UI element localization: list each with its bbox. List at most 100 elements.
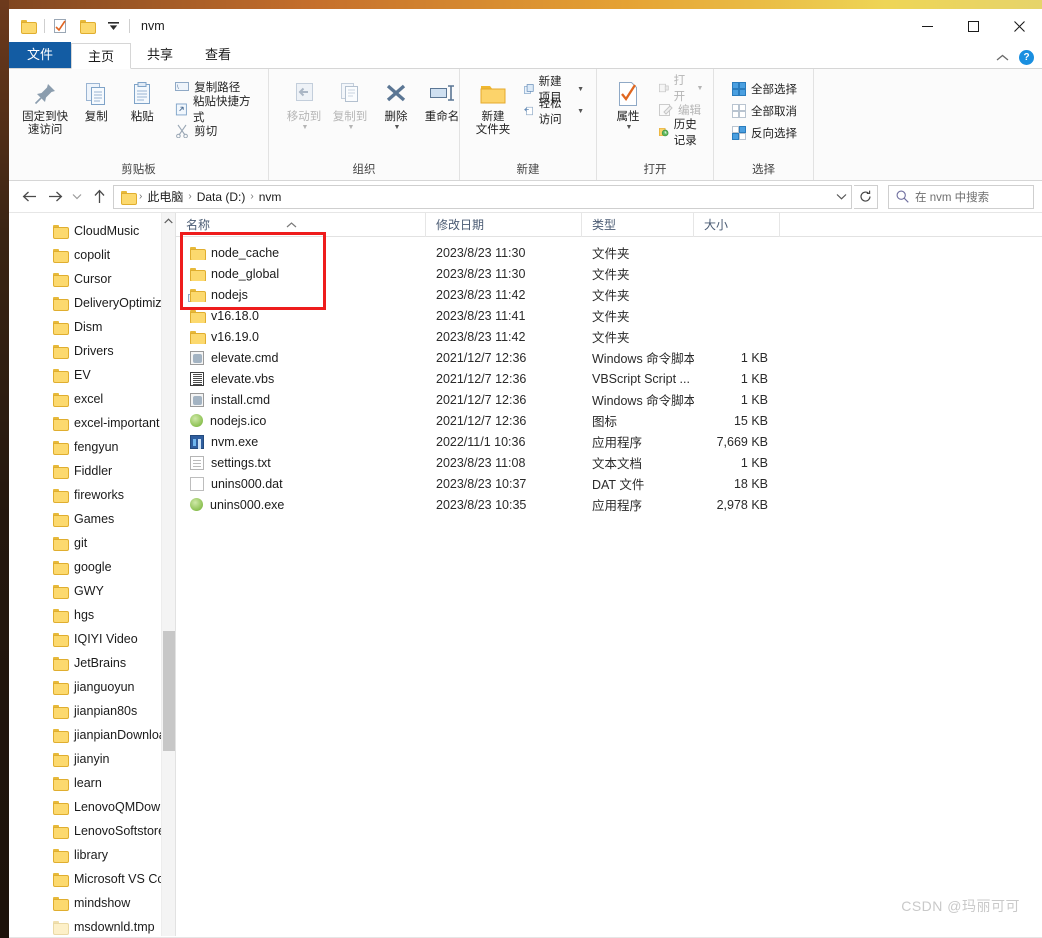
file-list-row[interactable]: v16.19.0 2023/8/23 11:42 文件夹 [176,326,1042,347]
file-name-cell[interactable]: elevate.cmd [176,350,426,365]
file-list-row[interactable]: nodejs.ico 2021/12/7 12:36 图标 15 KB [176,410,1042,431]
qat-customize-dropdown-icon[interactable] [100,14,126,38]
nav-tree-item[interactable]: DeliveryOptimiz [9,291,175,315]
nav-scroll-up-button[interactable] [162,213,175,229]
pin-to-quick-access-button[interactable]: 固定到快 速访问 [17,74,73,140]
nav-tree-item[interactable]: Drivers [9,339,175,363]
file-name-cell[interactable]: nvm.exe [176,434,426,449]
file-list-row[interactable]: elevate.cmd 2021/12/7 12:36 Windows 命令脚本 1 … [176,347,1042,368]
nav-tree-item[interactable]: excel-important [9,411,175,435]
refresh-button[interactable] [854,184,878,209]
qat-properties-icon[interactable] [48,14,74,38]
file-list-row[interactable]: unins000.dat 2023/8/23 10:37 DAT 文件 18 KB [176,473,1042,494]
file-name-cell[interactable]: ↗ nodejs [176,288,426,302]
nav-tree-item[interactable]: google [9,555,175,579]
column-header-name[interactable]: 名称 [176,212,426,237]
forward-button[interactable] [43,185,67,209]
nav-scroll-thumb[interactable] [163,631,175,751]
rename-button[interactable]: 重命名 [419,74,465,127]
nav-tree-item[interactable]: fengyun [9,435,175,459]
nav-tree-item[interactable]: JetBrains [9,651,175,675]
nav-tree-item[interactable]: LenovoQMDowr [9,795,175,819]
nav-tree-item[interactable]: hgs [9,603,175,627]
easy-access-button[interactable]: 轻松访问 ▼ [520,98,588,126]
file-name-cell[interactable]: install.cmd [176,392,426,407]
collapse-ribbon-button[interactable] [996,51,1009,65]
maximize-button[interactable] [950,9,996,43]
nav-tree-item[interactable]: GWY [9,579,175,603]
nav-tree-item[interactable]: library [9,843,175,867]
invert-selection-button[interactable]: 反向选择 [728,122,801,144]
file-list-row[interactable]: elevate.vbs 2021/12/7 12:36 VBScript Scrip… [176,368,1042,389]
qat-new-folder-icon[interactable] [74,14,100,38]
file-name-cell[interactable]: unins000.dat [176,476,426,491]
copy-to-button[interactable]: 复制到 ▼ [327,74,373,134]
nav-tree-item[interactable]: EV [9,363,175,387]
breadcrumb-dropdown-icon[interactable] [836,192,847,202]
close-button[interactable] [996,9,1042,43]
back-button[interactable] [17,185,41,209]
nav-tree-item[interactable]: Microsoft VS Cc [9,867,175,891]
tab-share[interactable]: 共享 [131,42,189,68]
qat-folder-icon[interactable] [15,14,41,38]
file-name-cell[interactable]: v16.19.0 [176,330,426,344]
nav-tree-item[interactable]: Fiddler [9,459,175,483]
file-name-cell[interactable]: v16.18.0 [176,309,426,323]
breadcrumb-item-1[interactable]: Data (D:) [193,190,250,204]
file-name-cell[interactable]: elevate.vbs [176,371,426,386]
file-name-cell[interactable]: unins000.exe [176,498,426,512]
file-name-cell[interactable]: node_global [176,267,426,281]
file-list-row[interactable]: nvm.exe 2022/11/1 10:36 应用程序 7,669 KB [176,431,1042,452]
delete-button[interactable]: 删除 ▼ [373,74,419,134]
select-all-button[interactable]: 全部选择 [728,78,801,100]
nav-tree-item[interactable]: jianpianDownloa [9,723,175,747]
paste-shortcut-button[interactable]: 粘贴快捷方式 [171,96,260,124]
nav-tree-item[interactable]: jianpian80s [9,699,175,723]
nav-tree-item[interactable]: mindshow [9,891,175,915]
search-input[interactable]: 在 nvm 中搜索 [915,189,989,205]
nav-tree-item[interactable]: copolit [9,243,175,267]
nav-tree-item[interactable]: git [9,531,175,555]
nav-tree-item[interactable]: learn [9,771,175,795]
breadcrumb-item-0[interactable]: 此电脑 [143,188,187,205]
recent-locations-button[interactable] [69,185,85,209]
minimize-button[interactable] [904,9,950,43]
nav-tree-item[interactable]: CloudMusic [9,219,175,243]
nav-tree-item[interactable]: IQIYI Video [9,627,175,651]
move-to-button[interactable]: 移动到 ▼ [281,74,327,134]
nav-tree-item[interactable]: LenovoSoftstore [9,819,175,843]
column-header-date[interactable]: 修改日期 [426,212,582,237]
nav-tree-item[interactable]: jianyin [9,747,175,771]
history-button[interactable]: 历史记录 [655,119,707,147]
column-header-size[interactable]: 大小 [694,212,780,237]
breadcrumb-bar[interactable]: › 此电脑 › Data (D:) › nvm [113,184,852,209]
file-name-cell[interactable]: settings.txt [176,455,426,470]
nav-tree-item[interactable]: jianguoyun [9,675,175,699]
file-name-cell[interactable]: node_cache [176,246,426,260]
file-name-cell[interactable]: nodejs.ico [176,414,426,428]
cut-button[interactable]: 剪切 [171,120,260,142]
copy-button[interactable]: 复制 [73,74,119,127]
tab-home[interactable]: 主页 [71,43,132,69]
open-button[interactable]: 打开 ▼ [655,75,707,103]
nav-tree-item[interactable]: fireworks [9,483,175,507]
help-button[interactable]: ? [1019,50,1034,65]
nav-tree-item[interactable]: Cursor [9,267,175,291]
file-list-row[interactable]: install.cmd 2021/12/7 12:36 Windows 命令脚本 1 … [176,389,1042,410]
column-header-type[interactable]: 类型 [582,212,694,237]
file-list-row[interactable]: node_global 2023/8/23 11:30 文件夹 [176,263,1042,284]
file-list-row[interactable]: settings.txt 2023/8/23 11:08 文本文档 1 KB [176,452,1042,473]
paste-button[interactable]: 粘贴 [119,74,165,127]
nav-tree-item[interactable]: Games [9,507,175,531]
file-list-row[interactable]: unins000.exe 2023/8/23 10:35 应用程序 2,978 KB [176,494,1042,515]
new-folder-button[interactable]: 新建 文件夹 [470,74,516,140]
up-button[interactable] [87,185,111,209]
navigation-scrollbar[interactable] [161,213,175,936]
file-list-row[interactable]: ↗ nodejs 2023/8/23 11:42 文件夹 [176,284,1042,305]
search-box[interactable]: 在 nvm 中搜索 [888,184,1034,209]
file-list-row[interactable]: node_cache 2023/8/23 11:30 文件夹 [176,242,1042,263]
nav-tree-item[interactable]: excel [9,387,175,411]
select-none-button[interactable]: 全部取消 [728,100,801,122]
nav-tree-item[interactable]: msdownld.tmp [9,915,175,936]
tab-view[interactable]: 查看 [189,42,247,68]
